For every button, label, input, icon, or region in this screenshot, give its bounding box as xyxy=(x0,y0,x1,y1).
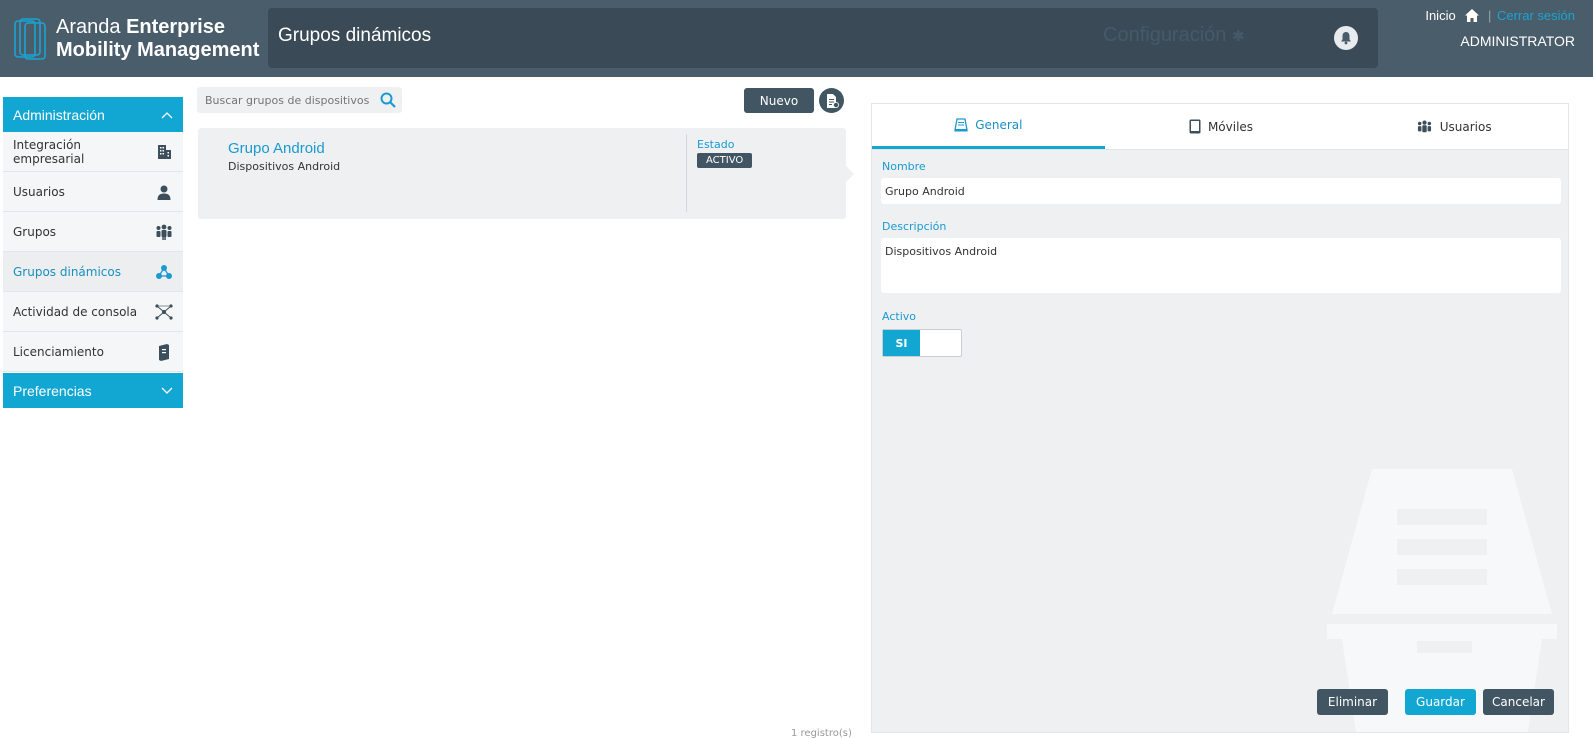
name-field[interactable]: Grupo Android xyxy=(881,178,1561,204)
group-name[interactable]: Grupo Android xyxy=(228,140,325,157)
save-button[interactable]: Guardar xyxy=(1405,689,1476,715)
record-count: 1 registro(s) xyxy=(791,728,852,738)
sidebar-section-preferencias[interactable]: Preferencias xyxy=(3,373,183,408)
logo-icon xyxy=(14,18,46,60)
dynamic-group-icon xyxy=(155,263,173,281)
description-label: Descripción xyxy=(882,220,947,233)
license-book-icon xyxy=(155,343,173,361)
user-name[interactable]: ADMINISTRATOR xyxy=(1425,33,1575,49)
search-icon[interactable] xyxy=(380,92,396,108)
logo-text: Aranda Enterprise Mobility Management xyxy=(56,16,259,62)
toggle-on-label: SI xyxy=(883,330,920,356)
config-label: Configuración xyxy=(1103,24,1227,46)
app-logo[interactable]: Aranda Enterprise Mobility Management xyxy=(14,14,259,64)
logout-link[interactable]: Cerrar sesión xyxy=(1497,8,1575,23)
sidebar-item-label: Grupos xyxy=(13,224,57,239)
state-label: Estado xyxy=(697,138,735,151)
page-title: Grupos dinámicos xyxy=(278,25,432,46)
building-icon xyxy=(155,143,173,161)
name-label: Nombre xyxy=(882,160,926,173)
logo-line2: Mobility Management xyxy=(56,39,260,61)
logo-line1-bold: Enterprise xyxy=(126,16,225,38)
sidebar-section-label: Administración xyxy=(13,106,105,123)
sidebar-item-licenciamiento[interactable]: Licenciamiento xyxy=(3,332,183,372)
sidebar-item-actividad-de-consola[interactable]: Actividad de consola xyxy=(3,292,183,332)
link-separator: | xyxy=(1487,8,1492,23)
people-icon xyxy=(155,223,173,241)
detail-tabs: General Móviles Usuarios xyxy=(872,104,1568,150)
status-badge: ACTIVO xyxy=(697,153,753,168)
search-box xyxy=(197,87,402,113)
notification-bell-button[interactable] xyxy=(1334,26,1358,50)
cancel-button[interactable]: Cancelar xyxy=(1483,689,1554,715)
config-link[interactable]: Configuración ✱ xyxy=(1103,24,1245,47)
tab-label: Móviles xyxy=(1207,119,1254,134)
sidebar-item-grupos-dinamicos[interactable]: Grupos dinámicos xyxy=(3,252,183,292)
network-icon xyxy=(155,303,173,321)
delete-button[interactable]: Eliminar xyxy=(1317,689,1388,715)
sidebar-item-usuarios[interactable]: Usuarios xyxy=(3,172,183,212)
group-list-item[interactable]: Grupo Android Dispositivos Android Estad… xyxy=(198,128,854,219)
gear-icon: ✱ xyxy=(1231,28,1245,45)
card-divider xyxy=(686,134,687,212)
mobile-icon xyxy=(1189,119,1201,134)
export-document-icon xyxy=(826,93,839,108)
active-label: Activo xyxy=(882,310,916,323)
active-toggle[interactable]: SI xyxy=(882,329,962,357)
tab-moviles[interactable]: Móviles xyxy=(1105,104,1338,149)
group-description: Dispositivos Android xyxy=(228,160,341,173)
user-icon xyxy=(155,183,173,201)
new-button[interactable]: Nuevo xyxy=(744,88,814,113)
search-input[interactable] xyxy=(197,87,372,113)
tab-label: General xyxy=(975,118,1023,132)
chevron-up-icon xyxy=(161,111,173,118)
sidebar: Administración Integración empresarial U… xyxy=(3,97,183,408)
title-bar: Grupos dinámicos Configuración ✱ xyxy=(268,8,1378,68)
sidebar-item-grupos[interactable]: Grupos xyxy=(3,212,183,252)
detail-panel: General Móviles Usuarios Nombre Grupo An… xyxy=(871,103,1569,733)
logo-line1-light: Aranda xyxy=(56,16,121,38)
sidebar-item-label: Usuarios xyxy=(13,184,65,199)
tab-usuarios[interactable]: Usuarios xyxy=(1337,104,1568,149)
sidebar-section-administracion[interactable]: Administración xyxy=(3,97,183,132)
sidebar-section-label: Preferencias xyxy=(13,382,92,399)
app-header: Aranda Enterprise Mobility Management Gr… xyxy=(0,0,1593,77)
sidebar-item-label: Grupos dinámicos xyxy=(13,264,121,279)
chevron-down-icon xyxy=(161,387,173,394)
home-icon[interactable] xyxy=(1465,9,1480,22)
user-area: Inicio | Cerrar sesión ADMINISTRATOR xyxy=(1425,8,1575,49)
tab-general[interactable]: General xyxy=(872,104,1105,149)
selection-arrow xyxy=(846,166,854,182)
bell-icon xyxy=(1341,32,1351,45)
sidebar-item-integracion-empresarial[interactable]: Integración empresarial xyxy=(3,132,183,172)
general-icon xyxy=(954,118,968,132)
description-field[interactable]: Dispositivos Android xyxy=(881,238,1561,293)
tab-label: Usuarios xyxy=(1439,119,1492,134)
sidebar-item-label: Actividad de consola xyxy=(13,304,138,319)
sidebar-item-label: Integración empresarial xyxy=(13,137,85,166)
export-button[interactable] xyxy=(819,88,844,113)
sidebar-item-label: Licenciamiento xyxy=(13,344,104,359)
home-link[interactable]: Inicio xyxy=(1425,8,1455,23)
users-icon xyxy=(1417,120,1431,132)
